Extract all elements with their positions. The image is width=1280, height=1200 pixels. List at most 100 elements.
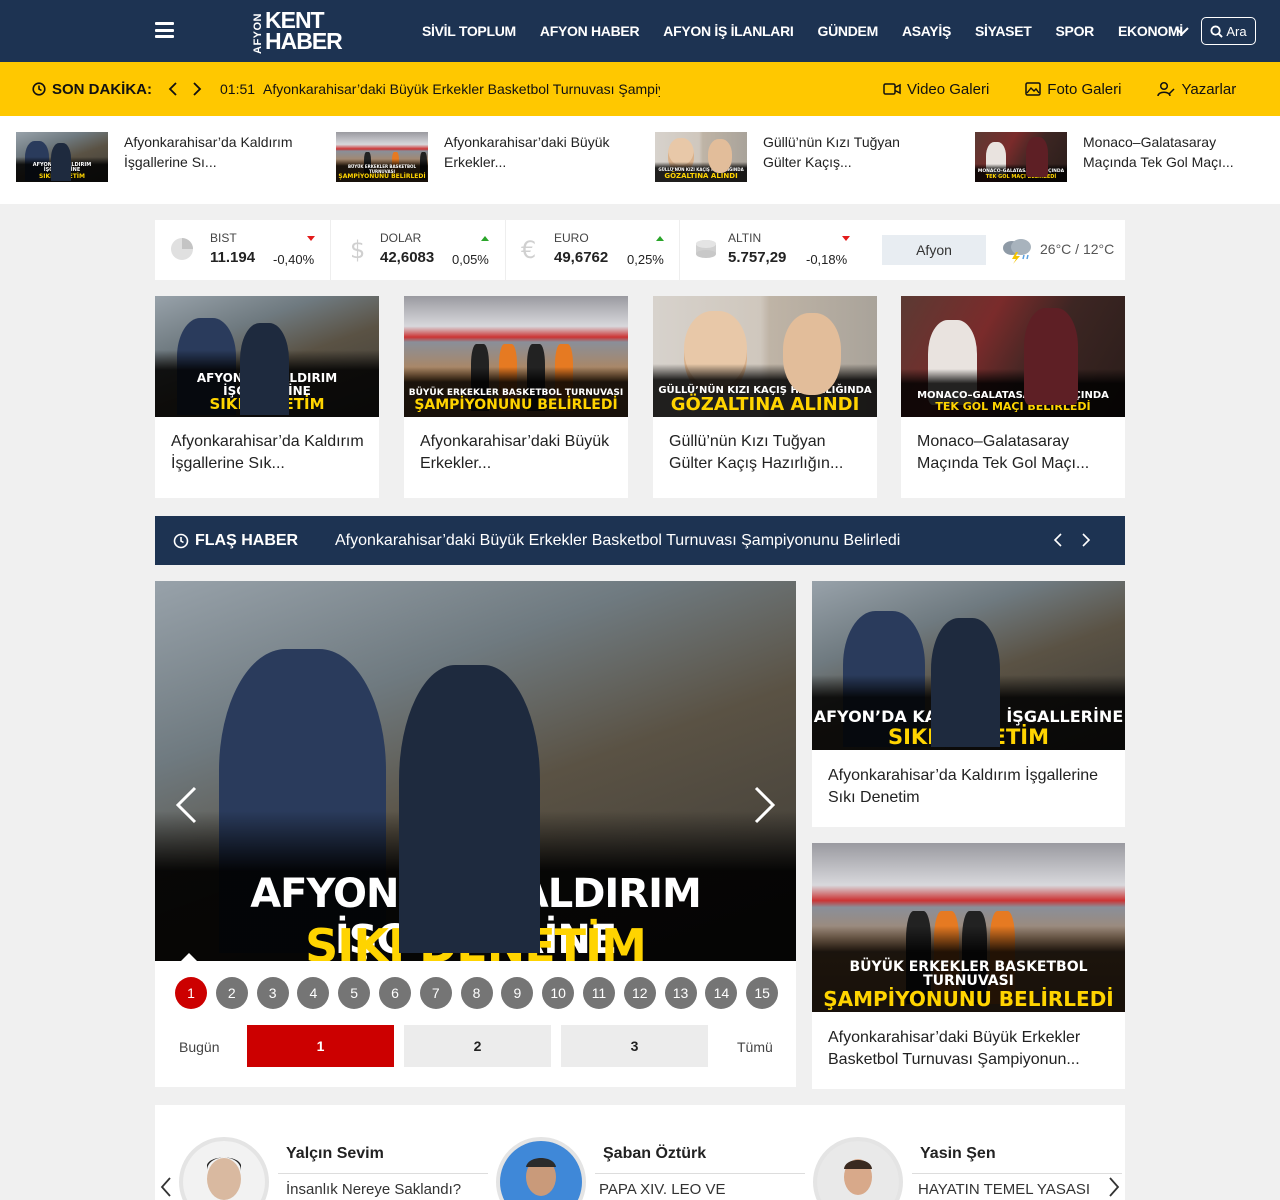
thumb-caption-yellow: ŞAMPİYONUNU BELİRLEDİ	[338, 172, 426, 180]
market-item-bist[interactable]: BIST 11.194 -0,40%	[155, 220, 330, 280]
market-item-euro[interactable]: € EURO 49,6762 0,25%	[505, 220, 679, 280]
page-dot[interactable]: 10	[542, 977, 575, 1009]
side-news-card[interactable]: AFYON’DA KALDIRIM İŞGALLERİNE SIKI DENETİ…	[812, 581, 1125, 827]
news-card[interactable]: BÜYÜK ERKEKLER BASKETBOL TURNUVASI ŞAMPİY…	[404, 296, 628, 498]
site-logo[interactable]: AFYON KENT HABER	[252, 8, 343, 55]
menu-icon[interactable]	[155, 22, 174, 38]
side-caption-yellow: SIKI DENETİM	[887, 724, 1050, 749]
card-title: Afyonkarahisar’daki Büyük Erkekler...	[420, 433, 610, 472]
slider-image[interactable]: AFYON’DA KALDIRIM İŞGALLERİNE SIKI DENET…	[155, 581, 796, 961]
strip-item[interactable]: GÜLLÜ’NÜN KIZI KAÇIŞ HAZIRLIĞINDA GÖZALTI…	[655, 132, 933, 182]
trend-up-icon	[656, 236, 664, 241]
market-value: 49,6762	[554, 249, 609, 266]
side-caption-white: BÜYÜK ERKEKLER BASKETBOL TURNUVASI	[849, 958, 1088, 990]
divider	[912, 1173, 1122, 1174]
city-select[interactable]: Afyon	[882, 235, 986, 265]
main-slider: AFYON’DA KALDIRIM İŞGALLERİNE SIKI DENET…	[155, 581, 796, 1087]
page-dot[interactable]: 15	[746, 977, 779, 1009]
card-caption-yellow: GÖZALTINA ALINDI	[670, 394, 860, 416]
side-caption-white: AFYON’DA KALDIRIM İŞGALLERİNE	[813, 707, 1124, 727]
page-dot[interactable]: 14	[705, 977, 738, 1009]
breaking-headline[interactable]: 01:51 Afyonkarahisar’daki Büyük Erkekler…	[220, 62, 660, 116]
strip-item[interactable]: BÜYÜK ERKEKLER BASKETBOL TURNUVASI ŞAMPİY…	[336, 132, 614, 182]
tab-1[interactable]: 1	[247, 1025, 394, 1067]
market-change: -0,18%	[806, 252, 848, 267]
storm-cloud-icon	[1003, 239, 1031, 264]
strip-title: Afyonkarahisar’daki Büyük Erkekler...	[444, 134, 610, 170]
chevron-right-icon[interactable]	[1106, 1175, 1122, 1199]
side-news-card[interactable]: BÜYÜK ERKEKLER BASKETBOL TURNUVASI ŞAMPİY…	[812, 843, 1125, 1089]
page-dot[interactable]: 2	[215, 977, 248, 1009]
news-card[interactable]: AFYON’DA KALDIRIM İŞGALLERİNE SIKI DENETİ…	[155, 296, 379, 498]
tab-2[interactable]: 2	[404, 1025, 551, 1067]
flash-label: FLAŞ HABER	[173, 516, 298, 565]
chevron-left-icon[interactable]	[1053, 532, 1063, 548]
market-change: 0,25%	[627, 252, 664, 267]
side-card-image: BÜYÜK ERKEKLER BASKETBOL TURNUVASI ŞAMPİY…	[812, 843, 1125, 1012]
nav-item-sivil-toplum[interactable]: SİVİL TOPLUM	[410, 23, 528, 39]
search-button[interactable]: Ara	[1201, 17, 1256, 45]
tab-3[interactable]: 3	[561, 1025, 708, 1067]
page-dot[interactable]: 9	[501, 977, 534, 1009]
market-value: 11.194	[210, 249, 256, 266]
nav-item-gundem[interactable]: GÜNDEM	[806, 23, 890, 39]
side-caption-yellow: ŞAMPİYONUNU BELİRLEDİ	[823, 987, 1114, 1011]
slider-caption-yellow: SIKI DENETİM	[305, 919, 647, 961]
author-article: PAPA XIV. LEO VE	[599, 1181, 726, 1198]
pie-chart-icon	[171, 238, 193, 260]
strip-title: Afyonkarahisar’da Kaldırım İşgallerine S…	[124, 134, 293, 170]
tab-label-tumu[interactable]: Tümü	[737, 1039, 773, 1055]
market-item-dolar[interactable]: $ DOLAR 42,6083 0,05%	[330, 220, 505, 280]
thumb-caption-yellow: GÖZALTINA ALINDI	[664, 171, 738, 180]
chevron-left-icon[interactable]	[158, 1175, 174, 1199]
photo-gallery-link[interactable]: Foto Galeri	[1025, 81, 1121, 98]
chevron-right-icon[interactable]	[752, 785, 778, 825]
headline-strip: AFYON’DA KALDIRIM İŞGALLERİNE SIKI DENETİ…	[0, 116, 1280, 204]
temperature: 26°C / 12°C	[1040, 241, 1115, 257]
user-edit-icon	[1157, 81, 1176, 97]
side-card-title: Afyonkarahisar’daki Büyük Erkekler Baske…	[828, 1029, 1081, 1068]
strip-item[interactable]: MONACO–GALATASARAY MAÇINDA TEK GOL MAÇI B…	[975, 132, 1253, 182]
chevron-left-icon[interactable]	[168, 81, 178, 97]
author-name: Yasin Şen	[920, 1145, 996, 1162]
thumb-caption-yellow: SIKI DENETİM	[38, 172, 86, 180]
strip-item[interactable]: AFYON’DA KALDIRIM İŞGALLERİNE SIKI DENETİ…	[16, 132, 294, 182]
page-dot[interactable]: 11	[582, 977, 615, 1009]
nav-item-afyon-haber[interactable]: AFYON HABER	[528, 23, 651, 39]
page-dot[interactable]: 4	[297, 977, 330, 1009]
chevron-right-icon[interactable]	[192, 81, 202, 97]
chevron-right-icon[interactable]	[1081, 532, 1091, 548]
card-image: AFYON’DA KALDIRIM İŞGALLERİNE SIKI DENETİ…	[155, 296, 379, 417]
divider	[595, 1173, 805, 1174]
page-dot[interactable]: 6	[378, 977, 411, 1009]
news-card[interactable]: MONACO–GALATASARAY MAÇINDA TEK GOL MAÇI B…	[901, 296, 1125, 498]
breaking-label: SON DAKİKA:	[32, 62, 152, 116]
avatar	[496, 1137, 586, 1200]
card-title: Afyonkarahisar’da Kaldırım İşgallerine S…	[171, 433, 364, 472]
authors-link[interactable]: Yazarlar	[1157, 81, 1236, 98]
news-card[interactable]: GÜLLÜ’NÜN KIZI KAÇIŞ HAZIRLIĞINDA GÖZALTI…	[653, 296, 877, 498]
page-dot[interactable]: 3	[256, 977, 289, 1009]
market-change: 0,05%	[452, 252, 489, 267]
page-dot[interactable]: 5	[338, 977, 371, 1009]
nav-item-siyaset[interactable]: SİYASET	[963, 23, 1044, 39]
nav-item-is-ilanlari[interactable]: AFYON İŞ İLANLARI	[651, 23, 805, 39]
flash-headline[interactable]: Afyonkarahisar’daki Büyük Erkekler Baske…	[335, 516, 900, 565]
tab-label-bugun[interactable]: Bugün	[179, 1039, 219, 1055]
chevron-left-icon[interactable]	[173, 785, 199, 825]
slider-pagination: 1 2 3 4 5 6 7 8 9 10 11 12 13 14 15	[175, 977, 779, 1009]
page-dot[interactable]: 7	[419, 977, 452, 1009]
market-value: 42,6083	[380, 249, 435, 266]
video-gallery-link[interactable]: Video Galeri	[883, 81, 989, 98]
nav-item-spor[interactable]: SPOR	[1044, 23, 1106, 39]
chevron-down-icon[interactable]	[1174, 23, 1190, 39]
thumb-caption-yellow: TEK GOL MAÇI BELİRLEDİ	[985, 173, 1057, 180]
nav-item-asayis[interactable]: ASAYİŞ	[890, 23, 963, 39]
market-item-altin[interactable]: ALTIN 5.757,29 -0,18%	[679, 220, 859, 280]
authors-section: Yalçın Sevim İnsanlık Nereye Saklandı? Ş…	[155, 1105, 1125, 1200]
page-dot[interactable]: 1	[175, 977, 207, 1009]
page-dot[interactable]: 13	[664, 977, 697, 1009]
card-image: BÜYÜK ERKEKLER BASKETBOL TURNUVASI ŞAMPİY…	[404, 296, 628, 417]
page-dot[interactable]: 12	[623, 977, 656, 1009]
page-dot[interactable]: 8	[460, 977, 493, 1009]
